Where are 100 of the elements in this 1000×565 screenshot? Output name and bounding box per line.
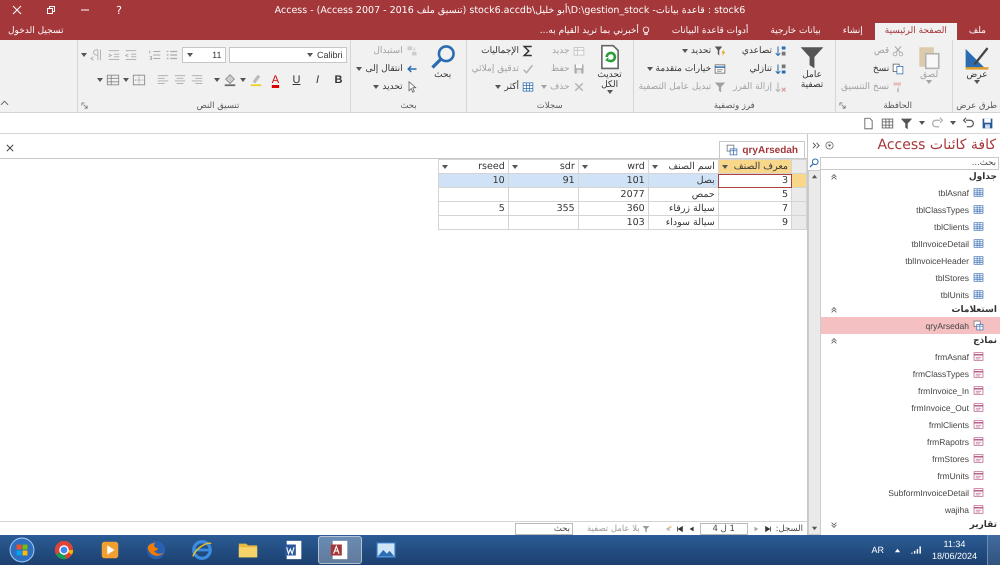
dialog-launcher-icon[interactable] — [81, 102, 88, 109]
record-search-field[interactable]: بحث — [515, 522, 574, 534]
navigation-item[interactable]: SubformInvoiceDetail — [821, 484, 1000, 501]
copy-button[interactable]: نسخ — [839, 60, 906, 78]
signal-icon[interactable] — [910, 545, 922, 555]
column-header[interactable]: rseed — [438, 160, 508, 174]
help-button[interactable]: ? — [102, 0, 136, 20]
navigation-group-title[interactable]: نماذج — [973, 336, 997, 346]
navigation-item[interactable]: wajiha — [821, 501, 1000, 518]
sign-in-link[interactable]: تسجيل الدخول — [4, 26, 68, 40]
scroll-down-icon[interactable] — [811, 525, 818, 532]
clock-time[interactable]: 11:34 — [944, 538, 966, 550]
navigation-group-title[interactable]: استعلامات — [951, 305, 997, 315]
collapse-icon[interactable] — [830, 173, 838, 181]
save-icon[interactable] — [981, 116, 994, 130]
sort-descending-button[interactable]: تنازلي — [731, 60, 790, 78]
table-icon — [973, 221, 984, 232]
collapse-icon[interactable] — [830, 306, 838, 314]
view-button[interactable]: عرض — [957, 42, 997, 84]
restore-icon — [46, 5, 56, 15]
bold-button[interactable]: B — [329, 71, 348, 89]
ribbon-tab[interactable]: بيانات خارجية — [760, 23, 831, 40]
navigation-group-title[interactable]: جداول — [968, 172, 997, 182]
selection-filter-button[interactable]: تحديد — [636, 42, 728, 60]
first-record-icon[interactable] — [764, 524, 772, 532]
navigation-item[interactable]: tblUnits — [821, 286, 1000, 303]
next-record-icon[interactable] — [688, 524, 696, 532]
navigation-item[interactable]: frmAsnaf — [821, 348, 1000, 365]
record-label: السجل: — [776, 524, 803, 534]
ribbon-tab[interactable]: الصفحة الرئيسية — [874, 23, 957, 40]
group-title: فرز وتصفية — [712, 100, 756, 110]
close-icon[interactable] — [6, 144, 14, 152]
expand-icon[interactable] — [830, 521, 838, 529]
scroll-up-icon[interactable] — [811, 173, 818, 180]
navigation-item[interactable]: tblAsnaf — [821, 184, 1000, 201]
navigation-item[interactable]: tblClients — [821, 218, 1000, 235]
collapse-icon[interactable] — [830, 337, 838, 345]
filter-button[interactable]: عامل تصفية — [792, 42, 832, 90]
document-tab-title[interactable]: qryArsedah — [742, 144, 798, 156]
font-color-button[interactable]: A — [266, 71, 284, 89]
font-field[interactable]: Calibri — [229, 47, 348, 63]
filter-icon[interactable] — [900, 116, 913, 130]
navigation-group-title[interactable]: تقارير — [970, 520, 997, 530]
dialog-launcher-icon[interactable] — [839, 102, 846, 109]
navigation-item[interactable]: frmUnits — [821, 467, 1000, 484]
column-header[interactable]: wrd — [578, 160, 648, 174]
grid-button[interactable]: أكثر — [470, 78, 536, 96]
search-button[interactable]: بحث — [422, 42, 463, 80]
underline-button[interactable]: U — [287, 71, 306, 89]
arrow-button[interactable]: انتقال إلى — [354, 60, 420, 78]
clock-date[interactable]: 18/06/2024 — [932, 550, 977, 562]
dropdown-icon[interactable] — [825, 140, 834, 150]
datasheet-icon[interactable] — [881, 116, 894, 130]
navigation-item[interactable]: frmInvoice_Out — [821, 399, 1000, 416]
scrollbar[interactable] — [808, 170, 821, 535]
form-window-button[interactable]: خيارات متقدمة — [636, 60, 728, 78]
sort-ascending-button[interactable]: تصاعدي — [731, 42, 790, 60]
ribbon-tab[interactable]: إنشاء — [832, 23, 873, 40]
record-position-field[interactable]: 1 ل 4 — [700, 522, 748, 534]
refresh-button[interactable]: تحديث الكل — [590, 42, 630, 94]
grid-icon — [522, 81, 534, 93]
gridlines-icon[interactable] — [132, 73, 146, 87]
navigation-item[interactable]: frmlClients — [821, 416, 1000, 433]
collapse-pane-icon[interactable] — [812, 140, 821, 150]
navigation-item[interactable]: frmRapotrs — [821, 433, 1000, 450]
navigation-item[interactable]: tblClassTypes — [821, 201, 1000, 218]
table-cell: 103 — [578, 216, 648, 230]
cursor-button[interactable]: تحديد — [354, 78, 420, 96]
form-icon — [973, 351, 984, 362]
alternate-row-color-icon[interactable] — [106, 73, 120, 87]
column-header[interactable]: sdr — [508, 160, 578, 174]
navigation-search-field[interactable]: بحث... — [820, 156, 999, 170]
italic-button[interactable]: I — [308, 71, 326, 89]
tell-me-field[interactable]: أخبرني بما تريد القيام به... — [500, 26, 639, 36]
navigation-item[interactable]: tblStores — [821, 269, 1000, 286]
form-icon — [973, 453, 984, 464]
collapse-ribbon-icon[interactable] — [0, 100, 9, 106]
document-icon[interactable] — [862, 116, 875, 130]
media-player-icon — [99, 539, 121, 561]
delete-icon — [572, 81, 585, 93]
navigation-item[interactable]: frmStores — [821, 450, 1000, 467]
navigation-item[interactable]: qryArsedah — [821, 317, 1000, 334]
ribbon-tab[interactable]: ملف — [958, 23, 996, 40]
table-cell: سيالة زرقاء — [648, 202, 718, 216]
last-record-icon[interactable] — [676, 524, 684, 532]
navigation-item[interactable]: frmClassTypes — [821, 365, 1000, 382]
navigation-item[interactable]: tblInvoiceDetail — [821, 235, 1000, 252]
navigation-item[interactable]: tblInvoiceHeader — [821, 252, 1000, 269]
document-tab[interactable]: qryArsedah — [719, 141, 805, 158]
column-header[interactable]: اسم الصنف — [648, 160, 718, 174]
undo-icon[interactable] — [962, 116, 975, 130]
sigma-button[interactable]: الإجماليات — [470, 42, 536, 60]
taskbar-app[interactable] — [318, 536, 362, 564]
navigation-item[interactable]: frmInvoice_In — [821, 382, 1000, 399]
font-size-field[interactable]: 11 — [182, 47, 226, 63]
column-header[interactable]: معرف الصنف — [718, 160, 792, 174]
fill-color-icon[interactable] — [223, 73, 238, 87]
show-hidden-icons-icon[interactable] — [894, 546, 901, 554]
language-indicator[interactable]: AR — [871, 545, 884, 555]
ribbon-tab[interactable]: أدوات قاعدة البيانات — [662, 23, 758, 40]
